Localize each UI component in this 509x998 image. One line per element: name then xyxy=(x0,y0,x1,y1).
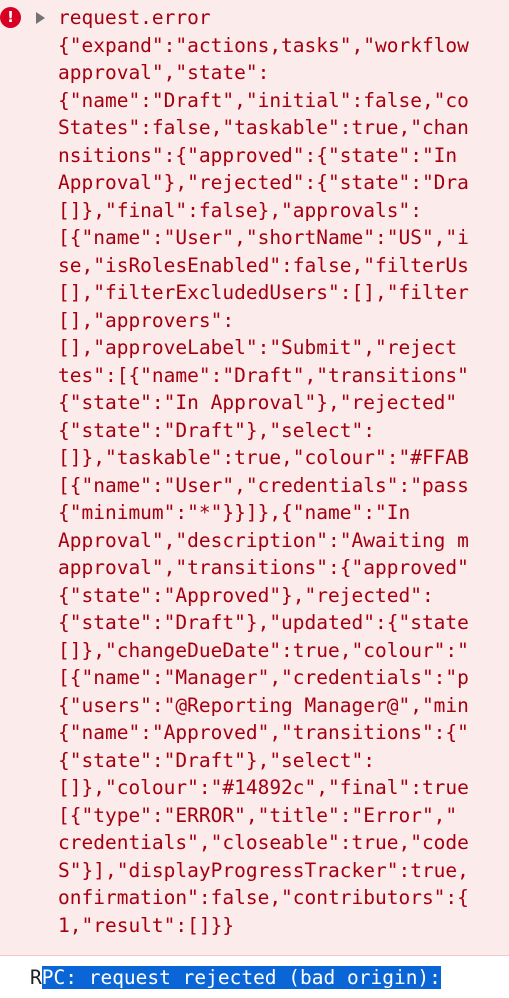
error-body-line: S"}],"displayProgressTracker":true, xyxy=(58,858,469,882)
error-body-line: {"state":"Draft"},"select": xyxy=(58,418,375,442)
error-body-line: {"name":"Approved","transitions":{" xyxy=(58,721,469,744)
error-body-line: 1,"result":[]}} xyxy=(58,913,235,937)
error-body-line: {"state":"In Approval"},"rejected" xyxy=(58,391,458,414)
error-body-line: [{"name":"User","shortName":"US","i xyxy=(58,226,469,249)
error-body-line: nsitions":{"approved":{"state":"In xyxy=(58,143,458,167)
error-body-line: {"state":"Draft"},"updated":{"state xyxy=(58,611,469,634)
error-body-line: se,"isRolesEnabled":false,"filterUs xyxy=(58,253,469,277)
error-body-line: [],"approvers": xyxy=(58,308,235,332)
error-body-line: onfirmation":false,"contributors":{ xyxy=(58,886,469,909)
error-body-line: []},"changeDueDate":true,"colour":" xyxy=(58,638,469,662)
selected-text[interactable]: PC: request rejected (bad origin): xyxy=(41,966,441,989)
error-body-line: credentials","closeable":true,"code xyxy=(58,831,469,854)
console-error-message: ! request.error {"expand":"actions,tasks… xyxy=(0,0,509,956)
error-body-line: States":false,"taskable":true,"chan xyxy=(58,116,469,139)
error-body-line: []},"colour":"#14892c","final":true xyxy=(58,776,469,799)
error-body-line: approval","state": xyxy=(58,61,270,84)
error-body-line: []},"final":false},"approvals": xyxy=(58,198,422,222)
console-next-message: RPC: request rejected (bad origin): xyxy=(0,960,509,998)
error-body-line: approval","transitions":{"approved" xyxy=(58,556,469,579)
error-body-line: [{"name":"Manager","credentials":"p xyxy=(58,666,469,689)
error-body-line: [{"type":"ERROR","title":"Error"," xyxy=(58,803,458,827)
error-body-line: {"expand":"actions,tasks","workflow xyxy=(58,33,469,57)
error-body-line: {"minimum":"*"}}]},{"name":"In xyxy=(58,501,411,524)
expand-triangle-icon[interactable] xyxy=(36,12,45,24)
error-body-line: tes":[{"name":"Draft","transitions" xyxy=(58,363,469,387)
error-body-line: Approval"},"rejected":{"state":"Dra xyxy=(58,171,469,194)
error-body-line: {"users":"@Reporting Manager@","min xyxy=(58,693,469,717)
error-body-line: {"state":"Draft"},"select": xyxy=(58,748,375,772)
next-message-text: RPC: request rejected (bad origin): xyxy=(30,964,453,992)
error-body-line: Approval","description":"Awaiting m xyxy=(58,528,469,552)
error-title: request.error xyxy=(58,6,211,29)
error-body-line: {"state":"Approved"},"rejected": xyxy=(58,583,434,607)
next-message-tail xyxy=(441,966,453,989)
error-body: {"expand":"actions,tasks","workflow appro… xyxy=(58,32,469,940)
error-body-line: [],"filterExcludedUsers":[],"filter xyxy=(58,281,469,304)
error-body-line: [{"name":"User","credentials":"pass xyxy=(58,473,469,497)
error-body-line: []},"taskable":true,"colour":"#FFAB xyxy=(58,446,469,469)
next-message-lead: R xyxy=(30,966,42,989)
error-body-line: [],"approveLabel":"Submit","reject xyxy=(58,336,458,359)
error-icon: ! xyxy=(0,7,21,28)
error-body-line: {"name":"Draft","initial":false,"co xyxy=(58,88,469,112)
